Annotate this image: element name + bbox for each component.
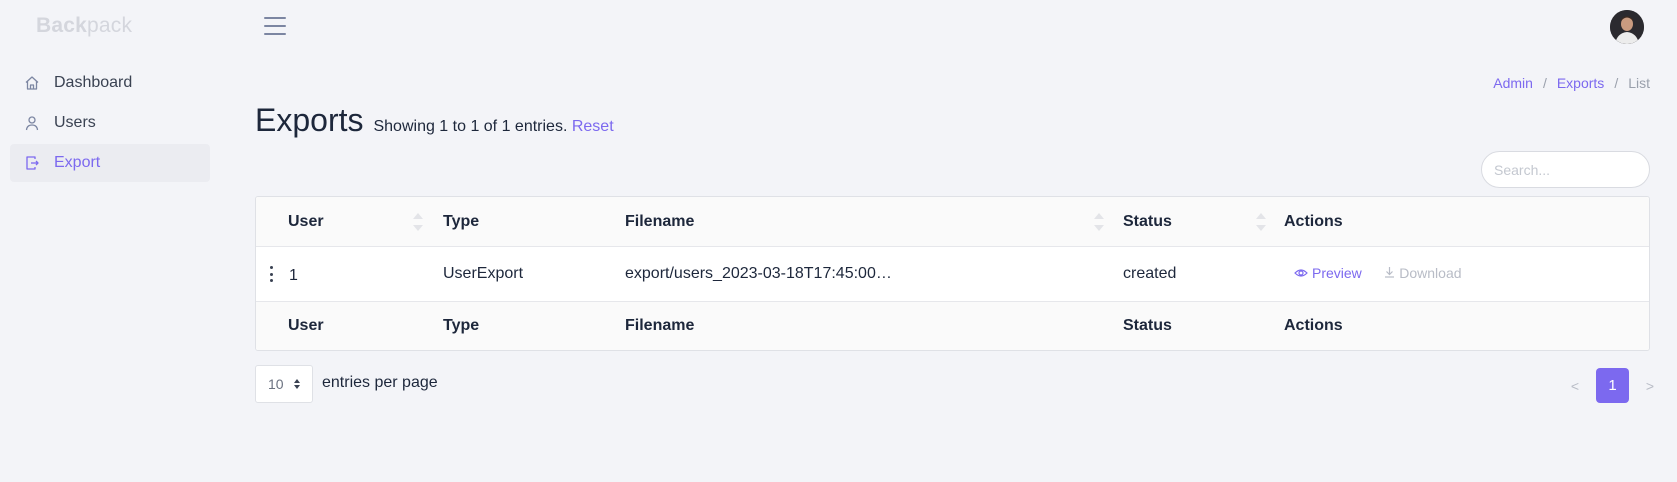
next-page-button[interactable]: > <box>1635 378 1665 394</box>
sort-icon[interactable] <box>1094 212 1104 231</box>
sort-icon[interactable] <box>413 212 423 231</box>
eye-icon <box>1294 265 1308 281</box>
row-menu-icon[interactable] <box>270 266 274 282</box>
preview-button[interactable]: Preview <box>1294 265 1362 281</box>
sort-icon[interactable] <box>1256 212 1266 231</box>
hamburger-menu-icon[interactable] <box>264 17 286 35</box>
breadcrumb-admin[interactable]: Admin <box>1493 75 1533 91</box>
cell-status: created <box>1123 265 1177 282</box>
cell-type: UserExport <box>443 265 524 282</box>
column-footer-user: User <box>288 317 324 334</box>
column-footer-actions: Actions <box>1284 317 1343 334</box>
breadcrumb: Admin / Exports / List <box>1493 75 1650 91</box>
brand-logo[interactable]: Backpack <box>36 14 132 38</box>
column-footer-status: Status <box>1123 317 1172 334</box>
sidebar-item-label: Dashboard <box>54 74 133 91</box>
breadcrumb-exports[interactable]: Exports <box>1557 75 1604 91</box>
cell-user: 1 <box>289 266 298 284</box>
column-header-actions: Actions <box>1284 212 1343 230</box>
sidebar-item-label: Export <box>54 154 101 171</box>
preview-label: Preview <box>1312 265 1362 281</box>
table-header-row: User Type Filename Status Actions <box>256 197 1649 247</box>
page-subtitle: Showing 1 to 1 of 1 entries. Reset <box>373 118 613 136</box>
per-page-select[interactable]: 10 <box>255 365 313 403</box>
column-header-user[interactable]: User <box>288 213 324 231</box>
brand-logo-bold: Back <box>36 14 88 37</box>
breadcrumb-separator: / <box>1614 75 1619 91</box>
user-icon <box>24 115 40 131</box>
pagination: < 1 > <box>1560 368 1665 403</box>
column-header-status[interactable]: Status <box>1123 213 1172 231</box>
per-page-label: entries per page <box>322 374 438 391</box>
column-footer-type: Type <box>443 317 480 334</box>
reset-link[interactable]: Reset <box>572 118 614 135</box>
sidebar-item-export[interactable]: Export <box>10 144 210 182</box>
column-header-type: Type <box>443 212 480 230</box>
page-header: Exports Showing 1 to 1 of 1 entries. Res… <box>255 102 614 139</box>
avatar[interactable] <box>1610 10 1644 44</box>
brand-logo-light: pack <box>87 14 133 37</box>
select-arrows-icon <box>294 379 300 389</box>
breadcrumb-current: List <box>1628 75 1650 91</box>
cell-actions: Preview Download <box>1294 265 1462 283</box>
sidebar-item-dashboard[interactable]: Dashboard <box>10 64 210 102</box>
cell-filename: export/users_2023-03-18T17:45:00… <box>625 265 892 282</box>
per-page-value: 10 <box>268 376 284 392</box>
entries-summary: Showing 1 to 1 of 1 entries. <box>373 118 568 135</box>
download-button[interactable]: Download <box>1384 265 1462 281</box>
search-input[interactable] <box>1481 151 1650 188</box>
table-row: 1 UserExport export/users_2023-03-18T17:… <box>256 247 1649 302</box>
page-button-1[interactable]: 1 <box>1596 368 1629 403</box>
download-icon <box>1384 265 1395 281</box>
page-title: Exports <box>255 102 364 138</box>
download-label: Download <box>1399 265 1462 281</box>
sidebar-item-label: Users <box>54 114 96 131</box>
home-icon <box>24 75 40 91</box>
column-header-filename[interactable]: Filename <box>625 213 694 231</box>
column-footer-filename: Filename <box>625 317 695 334</box>
export-icon <box>24 155 40 171</box>
table-footer-row: User Type Filename Status Actions <box>256 302 1649 350</box>
exports-table: User Type Filename Status Actions 1 User… <box>255 196 1650 351</box>
sidebar: Dashboard Users Export <box>10 64 210 184</box>
prev-page-button[interactable]: < <box>1560 378 1590 394</box>
sidebar-item-users[interactable]: Users <box>10 104 210 142</box>
breadcrumb-separator: / <box>1542 75 1547 91</box>
